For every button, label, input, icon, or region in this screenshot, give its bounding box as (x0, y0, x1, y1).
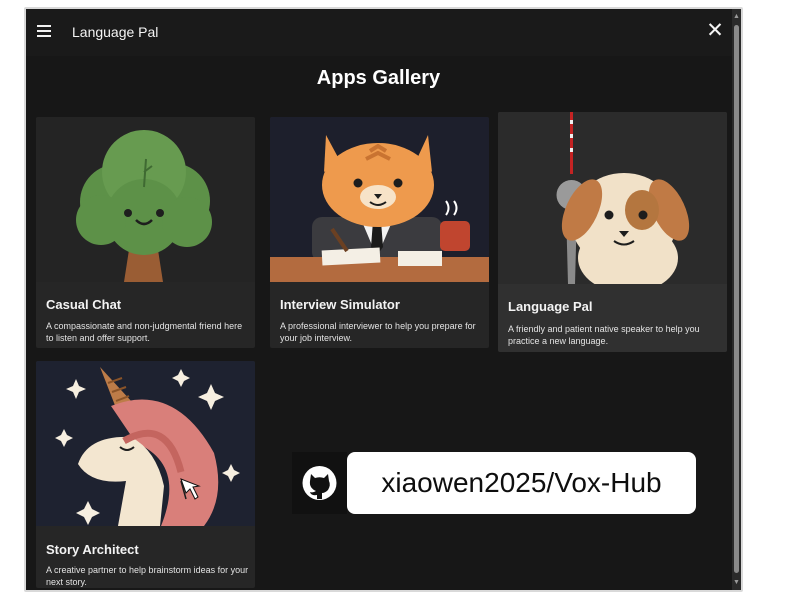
card-description: A professional interviewer to help you p… (280, 321, 476, 343)
app-card-casual-chat[interactable]: Casual Chat A compassionate and non-judg… (36, 117, 255, 348)
card-description: A friendly and patient native speaker to… (508, 324, 700, 346)
repository-label: xiaowen2025/Vox-Hub (347, 452, 696, 514)
app-title: Language Pal (72, 24, 159, 40)
card-description: A compassionate and non-judgmental frien… (46, 321, 243, 343)
scroll-down-arrow-icon[interactable]: ▼ (733, 579, 740, 587)
tree-character-illustration (36, 117, 255, 282)
github-icon (292, 452, 347, 514)
menu-icon[interactable] (37, 25, 51, 37)
app-card-language-pal[interactable]: Language Pal A friendly and patient nati… (498, 112, 727, 352)
github-watermark: xiaowen2025/Vox-Hub (292, 452, 696, 514)
app-card-interview-simulator[interactable]: Interview Simulator A professional inter… (270, 117, 489, 348)
cat-interviewer-illustration (270, 117, 489, 282)
card-title: Interview Simulator (280, 297, 400, 312)
card-title: Casual Chat (46, 297, 122, 312)
unicorn-illustration (36, 361, 255, 526)
app-card-story-architect[interactable]: Story Architect A creative partner to he… (36, 361, 255, 588)
scroll-thumb[interactable] (734, 25, 739, 573)
scroll-up-arrow-icon[interactable]: ▲ (733, 13, 740, 21)
card-title: Language Pal (508, 299, 593, 314)
top-bar: Language Pal ✕ (26, 9, 741, 56)
card-title: Story Architect (46, 542, 139, 557)
vertical-scrollbar[interactable]: ▲ ▼ (732, 9, 741, 590)
card-description: A creative partner to help brainstorm id… (46, 565, 249, 587)
page-title: Apps Gallery (316, 67, 441, 89)
close-icon[interactable]: ✕ (705, 20, 725, 41)
dog-tv-tower-illustration (498, 112, 727, 284)
